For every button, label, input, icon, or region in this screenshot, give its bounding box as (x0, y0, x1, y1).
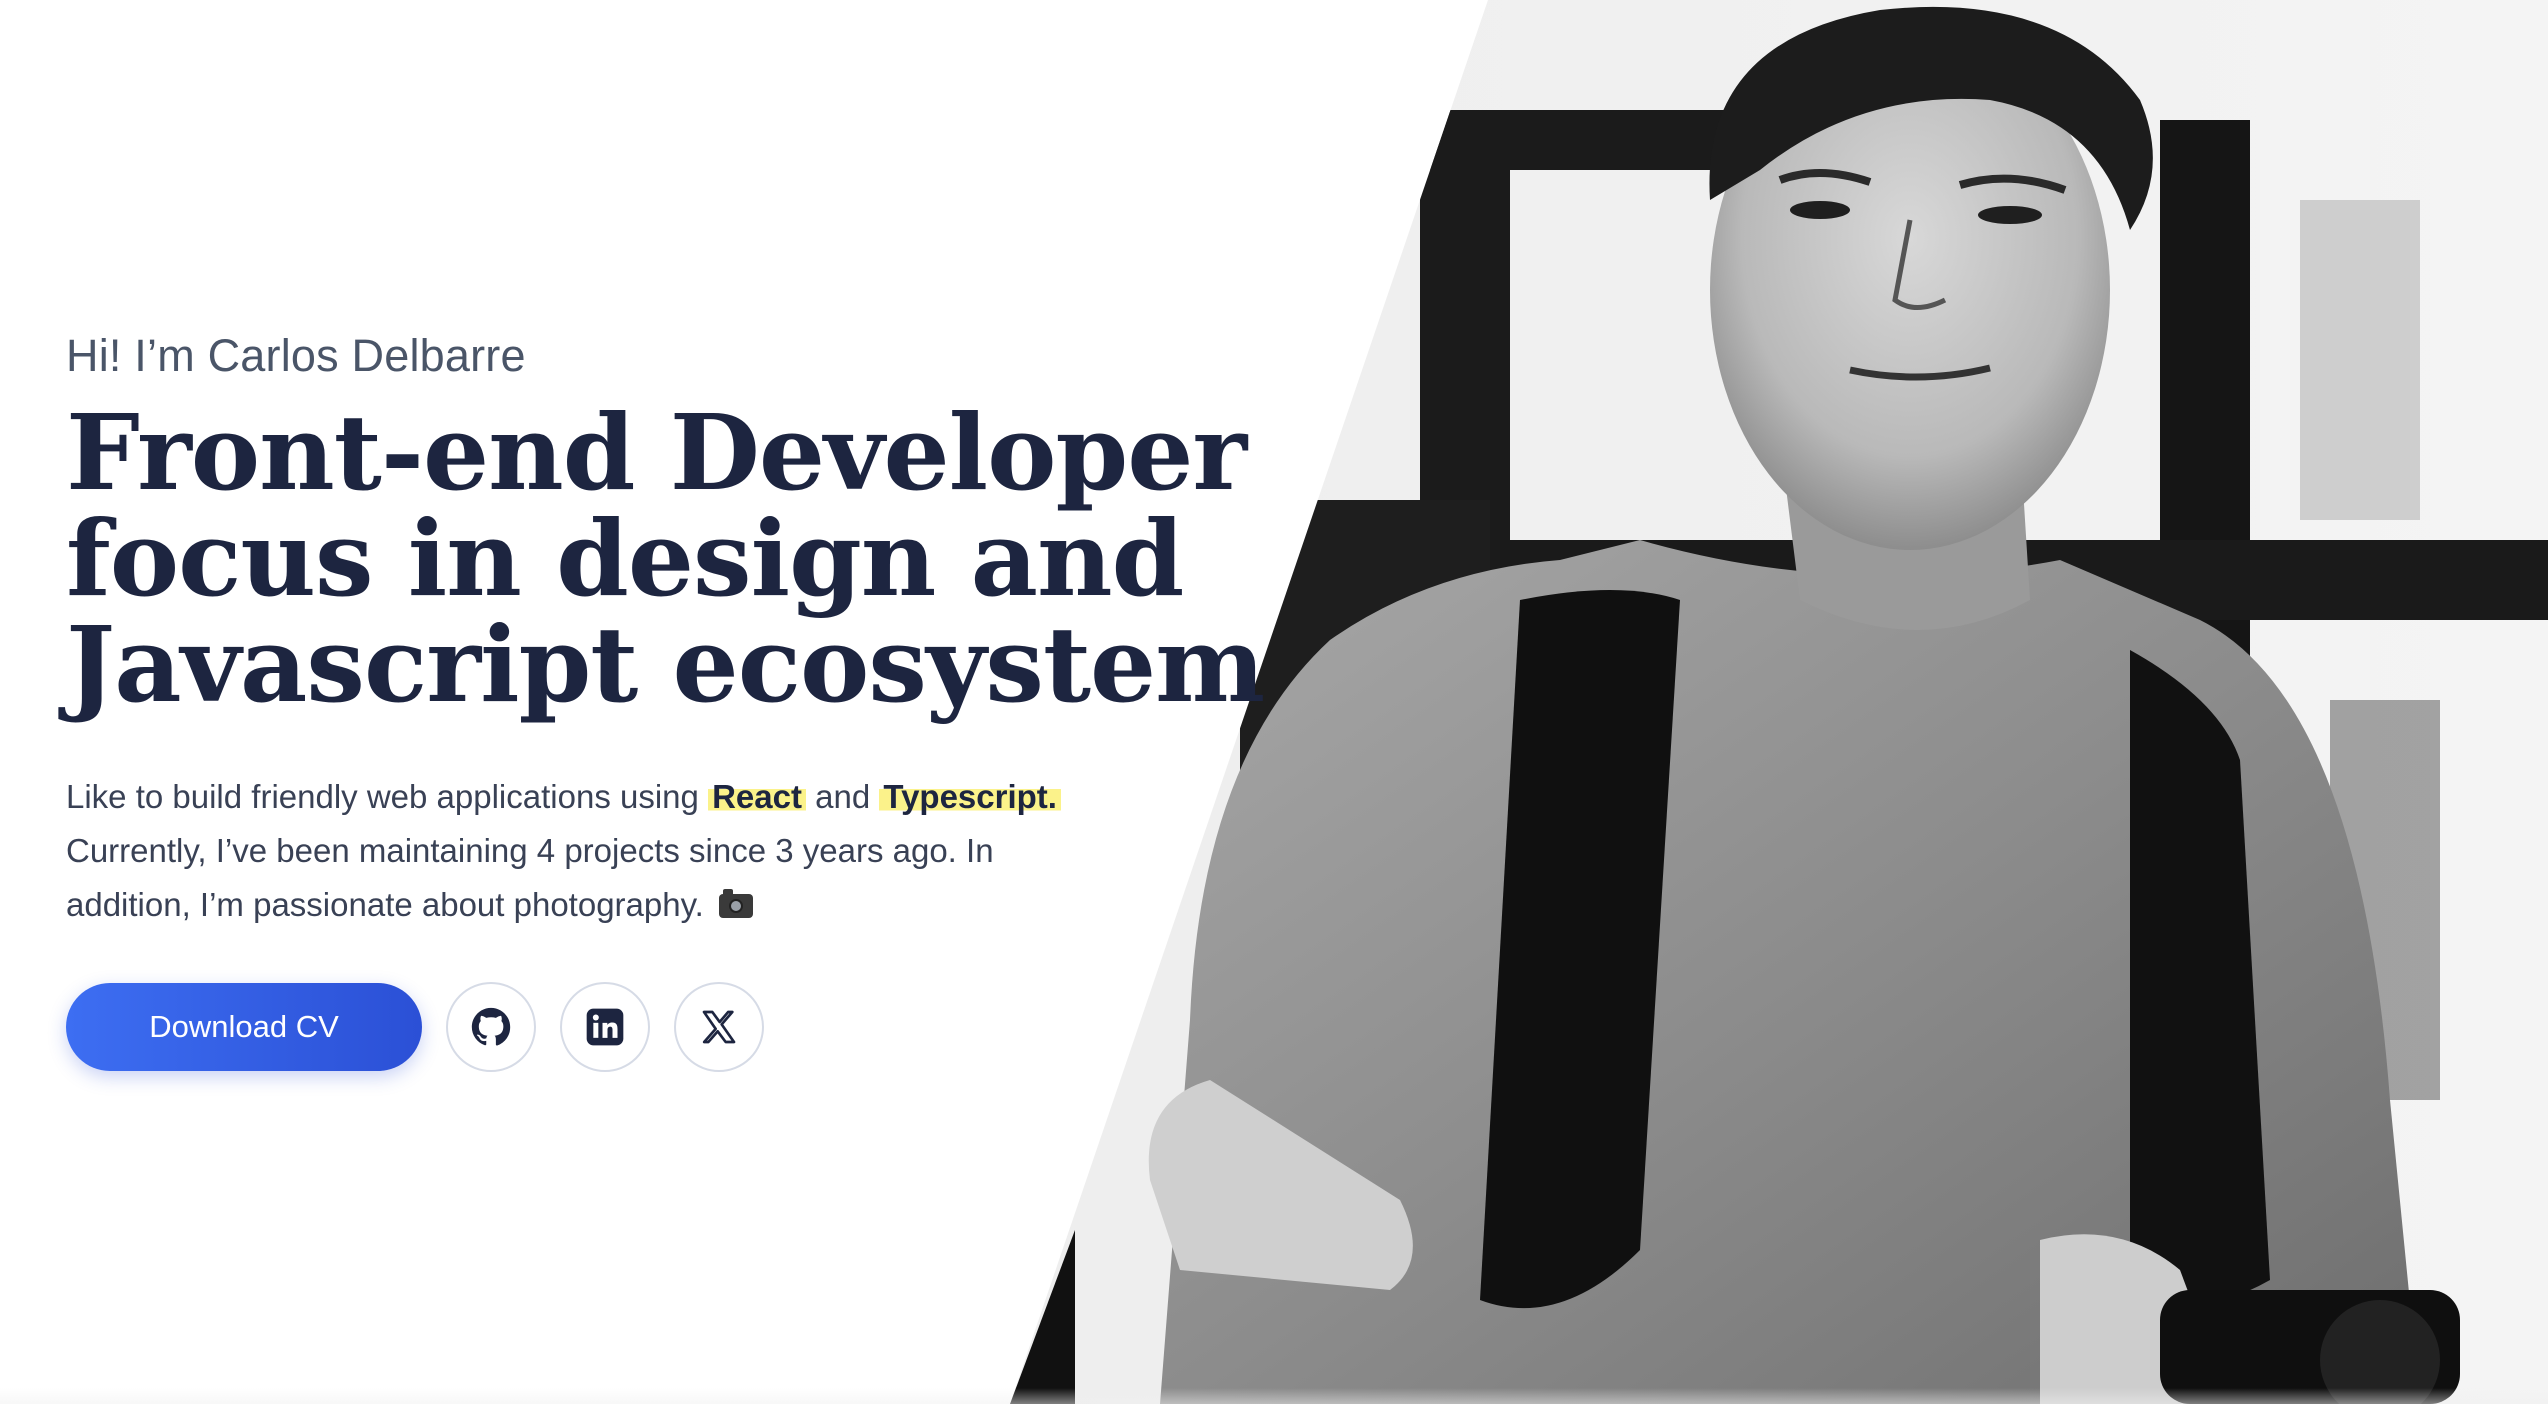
bio-part-1: Like to build friendly web applications … (66, 778, 699, 815)
linkedin-link[interactable] (560, 982, 650, 1072)
bio-part-2: and (815, 778, 871, 815)
linkedin-icon (586, 1008, 624, 1046)
headline-line-1: Front-end Developer (66, 391, 1247, 514)
download-cv-button[interactable]: Download CV (66, 983, 422, 1071)
highlight-react: React (708, 778, 806, 815)
headline-line-3: Javascript ecosystem (66, 603, 1265, 726)
greeting: Hi! I’m Carlos Delbarre (66, 330, 526, 381)
bio-part-3: Currently, I’ve been maintaining 4 proje… (66, 832, 994, 923)
github-icon (471, 1007, 511, 1046)
camera-icon (719, 889, 753, 918)
highlight-typescript: Typescript. (879, 778, 1061, 815)
headline: Front-end Developer focus in design and … (66, 391, 1265, 726)
bio-text: Like to build friendly web applications … (66, 770, 1066, 932)
bottom-fade (0, 1388, 2548, 1404)
x-twitter-icon (702, 1010, 736, 1044)
github-link[interactable] (446, 982, 536, 1072)
action-bar: Download CV (66, 982, 764, 1072)
headline-line-2: focus in design and (66, 497, 1184, 620)
hero-section: Hi! I’m Carlos Delbarre Front-end Develo… (66, 330, 1265, 932)
x-link[interactable] (674, 982, 764, 1072)
